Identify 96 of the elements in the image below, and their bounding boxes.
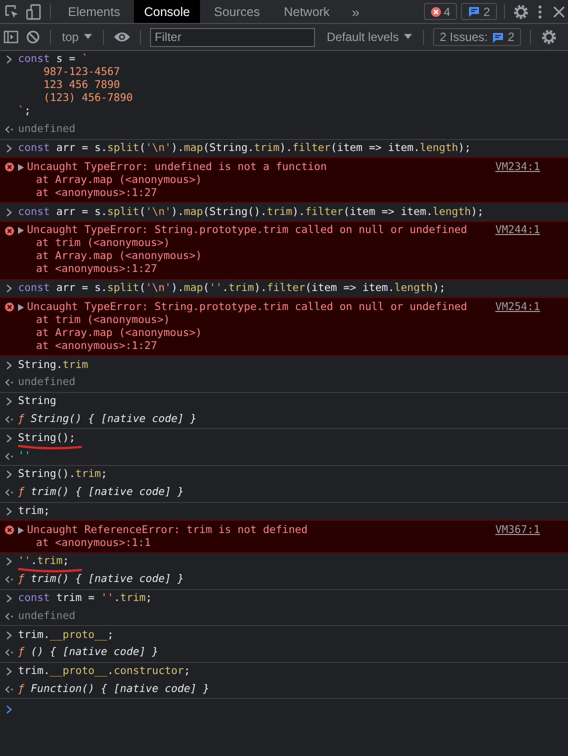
stack-frame: at <anonymous>:1:27 <box>18 340 568 353</box>
stack-frame: at <anonymous>:1:27 <box>18 186 568 200</box>
stack-frame: at <anonymous>:1:1 <box>18 536 568 550</box>
prompt-chevron-icon <box>5 284 14 294</box>
device-toolbar-icon[interactable] <box>25 2 43 20</box>
source-link[interactable]: VM367:1 <box>495 524 540 537</box>
stack-frame: at Array.map (<anonymous>) <box>18 326 568 340</box>
more-tabs-button[interactable]: » <box>344 0 368 23</box>
message-counter[interactable]: 2 <box>461 3 497 20</box>
source-link[interactable]: VM234:1 <box>495 160 540 174</box>
issues-button[interactable]: 2 Issues: 2 <box>432 28 522 46</box>
error-icon <box>5 302 14 312</box>
result-arrow-icon <box>5 684 14 694</box>
error-message: Uncaught TypeError: String.prototype.trim called on null or undefined <box>27 224 468 238</box>
stack-frame: at Array.map (<anonymous>) <box>18 250 568 264</box>
result-value: ƒ String() { [native code] } <box>18 412 197 426</box>
prompt-chevron-icon <box>5 397 14 406</box>
code-line: ''.trim; <box>18 555 70 568</box>
error-counter[interactable]: 4 <box>424 3 458 20</box>
caret-icon <box>84 34 92 40</box>
code-line: String(); <box>18 432 76 445</box>
source-link[interactable]: VM244:1 <box>495 224 540 238</box>
error-icon <box>5 226 14 236</box>
expand-triangle-icon[interactable] <box>18 164 24 171</box>
prompt-chevron-icon <box>5 557 14 566</box>
prompt-chevron-icon[interactable] <box>5 704 14 714</box>
stack-frame: at Array.map (<anonymous>) <box>18 174 568 187</box>
error-message: Uncaught TypeError: String.prototype.trim called on null or undefined <box>27 300 468 314</box>
error-icon <box>5 525 14 536</box>
result-value: ƒ () { [native code] } <box>18 646 158 660</box>
code-line: String <box>18 395 56 408</box>
code-line: String().trim; <box>18 468 108 482</box>
eye-icon[interactable] <box>112 30 131 44</box>
prompt-chevron-icon <box>5 470 14 480</box>
result-value: ƒ trim() { [native code] } <box>18 573 184 586</box>
result-value: undefined <box>18 376 76 390</box>
message-icon <box>492 32 504 42</box>
panel-tab[interactable]: Network <box>274 0 340 23</box>
code-line: String.trim <box>18 358 88 372</box>
panel-tab[interactable]: Sources <box>204 0 270 23</box>
result-value: ƒ trim() { [native code] } <box>18 486 184 500</box>
code-line: const s = ` <box>18 53 88 66</box>
prompt-chevron-icon <box>5 630 14 640</box>
result-value: '' <box>18 450 31 463</box>
expand-triangle-icon[interactable] <box>18 304 24 311</box>
sidebar-toggle-icon[interactable] <box>3 29 19 45</box>
stack-frame: at trim (<anonymous>) <box>18 237 568 250</box>
context-dropdown[interactable]: top <box>60 30 94 44</box>
result-arrow-icon <box>5 648 14 658</box>
caret-icon <box>404 34 412 40</box>
prompt-chevron-icon <box>5 55 14 64</box>
clear-console-icon[interactable] <box>25 29 41 45</box>
prompt-chevron-icon <box>5 208 14 217</box>
result-value: undefined <box>18 123 76 136</box>
panel-tab[interactable]: Console <box>134 0 200 23</box>
result-arrow-icon <box>5 378 14 388</box>
stack-frame: at trim (<anonymous>) <box>18 314 568 327</box>
result-arrow-icon <box>5 488 14 498</box>
code-line: const arr = s.split('\n').map(''.trim).filter(item => item.length); <box>18 282 446 296</box>
code-line: 123 456 7890 <box>42 79 120 92</box>
message-icon <box>468 6 480 17</box>
panel-tab[interactable]: Elements <box>58 0 130 23</box>
code-line: const arr = s.split('\n').map(String.trim).filter(item => item.length); <box>18 142 471 155</box>
expand-triangle-icon[interactable] <box>18 227 24 234</box>
result-value: undefined <box>18 610 76 623</box>
expand-triangle-icon[interactable] <box>18 526 24 534</box>
result-arrow-icon <box>5 125 14 134</box>
error-message: Uncaught ReferenceError: trim is not defined <box>27 524 309 537</box>
filter-field[interactable]: Filter <box>150 28 315 46</box>
code-line: const trim = ''.trim; <box>18 592 152 606</box>
code-line: trim.__proto__.constructor; <box>18 665 190 678</box>
result-arrow-icon <box>5 612 14 621</box>
code-line: (123) 456-7890 <box>42 92 133 106</box>
settings-icon[interactable] <box>512 2 530 20</box>
error-message: Uncaught TypeError: undefined is not a function <box>27 160 328 174</box>
code-line: 987-123-4567 <box>42 66 120 80</box>
code-line: `; <box>18 105 31 118</box>
prompt-chevron-icon <box>5 667 14 676</box>
error-icon <box>430 6 441 16</box>
result-arrow-icon <box>5 575 14 584</box>
levels-dropdown[interactable]: Default levels <box>324 30 414 44</box>
result-arrow-icon <box>5 452 14 461</box>
settings-icon[interactable] <box>540 28 558 46</box>
prompt-chevron-icon <box>5 144 14 153</box>
prompt-chevron-icon <box>5 360 14 370</box>
code-line: trim; <box>18 504 50 518</box>
prompt-chevron-icon <box>5 506 14 516</box>
error-icon <box>5 162 14 172</box>
prompt-chevron-icon <box>5 434 14 443</box>
result-value: ƒ Function() { [native code] } <box>18 682 210 696</box>
prompt-chevron-icon <box>5 594 14 604</box>
stack-frame: at <anonymous>:1:27 <box>18 263 568 276</box>
result-arrow-icon <box>5 414 14 424</box>
code-line: trim.__proto__; <box>18 628 114 642</box>
source-link[interactable]: VM254:1 <box>495 300 540 314</box>
code-line: const arr = s.split('\n').map(String().trim).filter(item => item.length); <box>18 206 484 219</box>
